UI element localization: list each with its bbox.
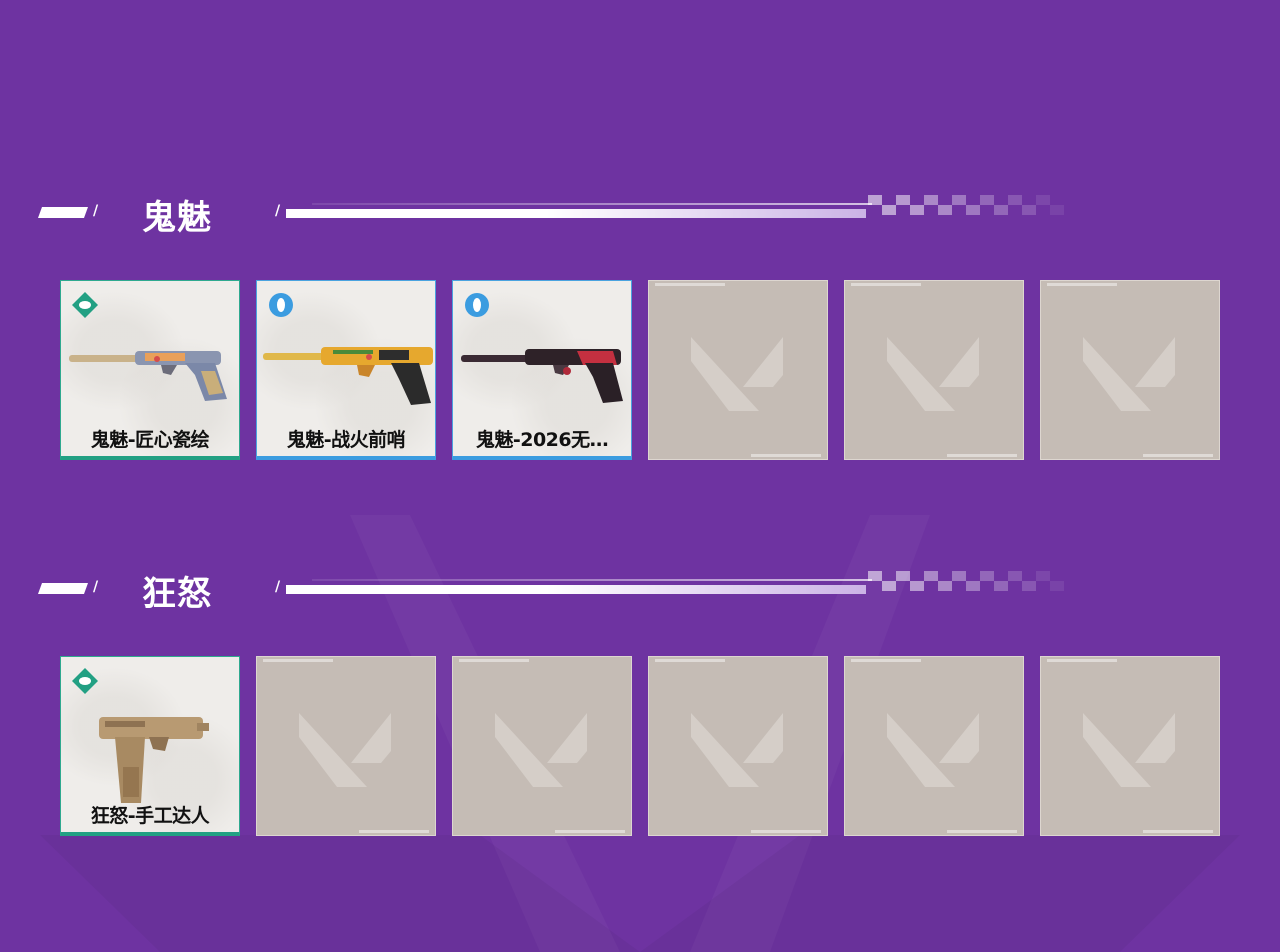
empty-skin-slot[interactable] bbox=[452, 656, 632, 836]
skin-name: 狂怒-手工达人 bbox=[90, 805, 210, 827]
ghost-porcelain-pistol-image bbox=[69, 351, 227, 401]
valorant-logo-icon bbox=[1083, 337, 1175, 411]
checker-decoration bbox=[868, 195, 1064, 215]
header-line bbox=[286, 585, 866, 594]
slash-decoration: / bbox=[93, 203, 99, 219]
green-diamond-tier-icon bbox=[72, 668, 98, 694]
section-frenzy: / 狂怒 / 狂怒-手工达人 bbox=[0, 556, 1280, 836]
skin-card[interactable]: 鬼魅-2026无… bbox=[452, 280, 632, 460]
valorant-logo-icon bbox=[887, 337, 979, 411]
valorant-logo-icon bbox=[495, 713, 587, 787]
valorant-logo-icon bbox=[299, 713, 391, 787]
ghost-orange-pistol-image bbox=[263, 347, 433, 405]
skin-card[interactable]: 狂怒-手工达人 bbox=[60, 656, 240, 836]
blue-circle-tier-icon bbox=[269, 293, 293, 317]
skin-name: 鬼魅-2026无… bbox=[475, 429, 609, 451]
section-header: / 鬼魅 / bbox=[0, 180, 1280, 244]
empty-skin-slot[interactable] bbox=[648, 280, 828, 460]
valorant-logo-icon bbox=[1083, 713, 1175, 787]
header-line bbox=[286, 209, 866, 218]
header-bar-decoration bbox=[37, 207, 89, 218]
header-thin-line bbox=[312, 579, 872, 581]
skin-name: 鬼魅-战火前哨 bbox=[286, 429, 406, 451]
skin-card[interactable]: 鬼魅-战火前哨 bbox=[256, 280, 436, 460]
empty-skin-slot[interactable] bbox=[1040, 656, 1220, 836]
frenzy-cardboard-pistol-image bbox=[99, 717, 209, 803]
section-title: 鬼魅 bbox=[142, 198, 212, 238]
skin-card-row: 鬼魅-匠心瓷绘 鬼魅-战火前哨 鬼魅-2026无… bbox=[60, 280, 1220, 460]
blue-circle-tier-icon bbox=[465, 293, 489, 317]
checker-decoration bbox=[868, 571, 1064, 591]
header-thin-line bbox=[312, 203, 872, 205]
green-diamond-tier-icon bbox=[72, 292, 98, 318]
section-ghost: / 鬼魅 / 鬼魅-匠心瓷绘 鬼魅-战火前哨 鬼魅-2026无… bbox=[0, 180, 1280, 460]
skin-card[interactable]: 鬼魅-匠心瓷绘 bbox=[60, 280, 240, 460]
slash-decoration: / bbox=[93, 579, 99, 595]
ghost-dark-red-pistol-image bbox=[461, 349, 623, 403]
slash-decoration: / bbox=[275, 203, 281, 219]
section-title: 狂怒 bbox=[142, 574, 212, 614]
header-bar-decoration bbox=[37, 583, 89, 594]
slash-decoration: / bbox=[275, 579, 281, 595]
section-header: / 狂怒 / bbox=[0, 556, 1280, 620]
empty-skin-slot[interactable] bbox=[844, 280, 1024, 460]
skin-name: 鬼魅-匠心瓷绘 bbox=[90, 429, 210, 451]
valorant-logo-icon bbox=[691, 713, 783, 787]
empty-skin-slot[interactable] bbox=[256, 656, 436, 836]
valorant-logo-icon bbox=[691, 337, 783, 411]
empty-skin-slot[interactable] bbox=[648, 656, 828, 836]
empty-skin-slot[interactable] bbox=[844, 656, 1024, 836]
valorant-logo-icon bbox=[887, 713, 979, 787]
empty-skin-slot[interactable] bbox=[1040, 280, 1220, 460]
skin-card-row: 狂怒-手工达人 bbox=[60, 656, 1220, 836]
